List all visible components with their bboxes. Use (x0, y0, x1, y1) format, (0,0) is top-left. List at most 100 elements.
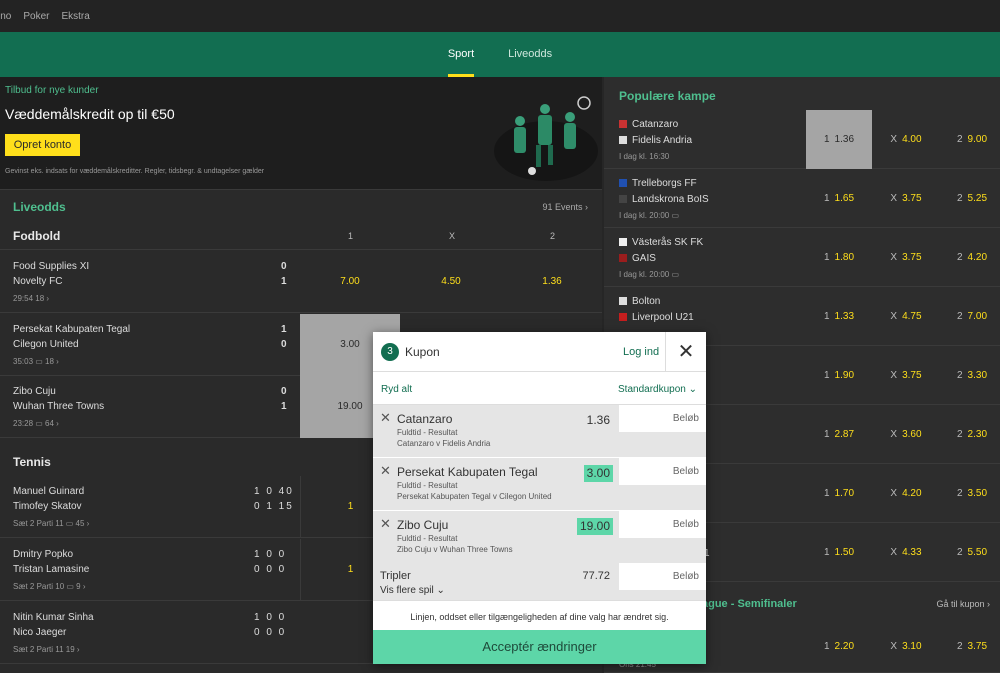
popular-odds-1[interactable]: 1 1.65 (806, 169, 872, 228)
home-team: Trelleborgs FF (619, 178, 697, 189)
player-1: Manuel Guinard (13, 486, 85, 497)
odds-2[interactable]: 1.36 (502, 251, 602, 313)
liveodds-header: Liveodds 91 Events › (0, 190, 602, 223)
odds-value: 2.30 (967, 429, 988, 440)
clear-all-link[interactable]: Ryd alt (381, 384, 412, 395)
topnav-item-extra[interactable]: Ekstra (61, 11, 89, 22)
popular-odds-2[interactable]: 2 7.00 (939, 287, 1000, 346)
odds-value: 1.36 (834, 134, 855, 145)
popular-odds-x[interactable]: X 4.20 (873, 464, 939, 523)
match-time: I dag kl. 20:00 ▭ (619, 270, 680, 279)
leg-selection: Zibo Cuju (397, 518, 449, 532)
popular-odds-x[interactable]: X 3.75 (873, 346, 939, 405)
triple-label: Tripler (380, 570, 411, 582)
popular-match-row[interactable]: Västerås SK FK GAIS I dag kl. 20:00 ▭ 1 1.80… (604, 228, 1000, 287)
popular-odds-x[interactable]: X 4.33 (873, 523, 939, 582)
odds-label: 2 (956, 488, 963, 499)
stake-input[interactable]: Beløb (619, 511, 706, 538)
go-to-coupon-link[interactable]: Gå til kupon › (936, 599, 990, 609)
remove-leg-icon[interactable]: ✕ (380, 410, 391, 426)
home-team: Västerås SK FK (619, 237, 703, 248)
odds-value: 3.50 (967, 488, 988, 499)
match-row[interactable]: Food Supplies XI Novelty FC 0 1 29:54 18… (0, 251, 602, 313)
leg-selection: Catanzaro (397, 412, 453, 426)
odds-x[interactable]: 4.50 (401, 251, 501, 313)
away-score: 1 (281, 276, 287, 287)
stake-input[interactable]: Beløb (619, 458, 706, 485)
popular-odds-2[interactable]: 2 4.20 (939, 228, 1000, 287)
popular-odds-2[interactable]: 2 5.50 (939, 523, 1000, 582)
coupon-type-dropdown[interactable]: Standardkupon ⌄ (618, 384, 697, 395)
events-link[interactable]: 91 Events › (542, 202, 588, 212)
odds-value: 3.60 (902, 429, 922, 440)
popular-odds-2[interactable]: 2 3.75 (939, 620, 1000, 673)
away-team: Landskrona BoIS (619, 194, 709, 205)
login-link[interactable]: Log ind (623, 346, 659, 358)
popular-match-row[interactable]: Catanzaro Fidelis Andria I dag kl. 16:30 1 1… (604, 110, 1000, 169)
stake-input[interactable]: Beløb (619, 405, 706, 432)
away-team: GAIS (619, 253, 656, 264)
away-score: 0 (281, 339, 287, 350)
odds-value: 1.70 (834, 488, 855, 499)
popular-odds-2[interactable]: 2 9.00 (939, 110, 1000, 169)
remove-leg-icon[interactable]: ✕ (380, 463, 391, 479)
match-time: I dag kl. 16:30 (619, 152, 670, 161)
odds-value: 1.33 (834, 311, 855, 322)
away-score: 1 (281, 401, 287, 412)
popular-odds-2[interactable]: 2 3.30 (939, 346, 1000, 405)
col-x: X (449, 231, 456, 241)
odds-label: 1 (823, 429, 830, 440)
popular-odds-x[interactable]: X 3.10 (873, 620, 939, 673)
home-shirt-icon (619, 179, 627, 187)
close-icon[interactable]: ✕ (665, 332, 706, 372)
popular-odds-1[interactable]: 1 1.50 (806, 523, 872, 582)
coupon-title: Kupon (405, 345, 440, 359)
tab-sport[interactable]: Sport (447, 32, 475, 77)
popular-odds-2[interactable]: 2 2.30 (939, 405, 1000, 464)
remove-leg-icon[interactable]: ✕ (380, 516, 391, 532)
popular-odds-1[interactable]: 1 1.80 (806, 228, 872, 287)
away-team: Fidelis Andria (619, 135, 692, 146)
topnav-item-poker[interactable]: Poker (23, 11, 49, 22)
odds-1[interactable]: 7.00 (300, 251, 400, 313)
odds-value: 3.30 (967, 370, 988, 381)
col-2: 2 (550, 231, 556, 241)
home-team: Persekat Kabupaten Tegal (13, 324, 131, 335)
popular-odds-1[interactable]: 1 1.36 (806, 110, 872, 169)
popular-odds-x[interactable]: X 3.60 (873, 405, 939, 464)
popular-odds-x[interactable]: X 4.00 (873, 110, 939, 169)
odds-label: 2 (956, 370, 963, 381)
odds-label: X (890, 134, 898, 145)
popular-odds-1[interactable]: 1 2.87 (806, 405, 872, 464)
popular-odds-x[interactable]: X 3.75 (873, 228, 939, 287)
topnav-item-casino[interactable]: ino (0, 11, 11, 22)
odds-label: 2 (956, 311, 963, 322)
col-1: 1 (348, 231, 354, 241)
popular-odds-1[interactable]: 1 1.33 (806, 287, 872, 346)
popular-odds-2[interactable]: 2 3.50 (939, 464, 1000, 523)
popular-odds-1[interactable]: 1 1.90 (806, 346, 872, 405)
show-more-bets-link[interactable]: Vis flere spil ⌄ (380, 585, 445, 596)
popular-odds-x[interactable]: X 3.75 (873, 169, 939, 228)
odds-changed-message: Linjen, oddset eller tilgængeligheden af… (410, 612, 669, 622)
triple-stake-input[interactable]: Beløb (619, 563, 706, 590)
league-title: ague - Semifinaler (702, 598, 797, 610)
match-meta: Sæt 2 Parti 11 19 › (13, 645, 80, 654)
home-shirt-icon (619, 238, 627, 246)
odds-value: 1.90 (834, 370, 855, 381)
popular-match-row[interactable]: Trelleborgs FF Landskrona BoIS I dag kl. 2… (604, 169, 1000, 228)
score-1: 1 0 0 (254, 549, 287, 560)
tab-liveodds[interactable]: Liveodds (508, 32, 552, 77)
score-1: 1 0 40 (254, 486, 294, 497)
open-account-button[interactable]: Opret konto (5, 134, 80, 156)
leg-selection: Persekat Kabupaten Tegal (397, 465, 538, 479)
home-score: 0 (281, 261, 287, 272)
popular-odds-1[interactable]: 1 2.20 (806, 620, 872, 673)
popular-odds-2[interactable]: 2 5.25 (939, 169, 1000, 228)
popular-odds-x[interactable]: X 4.75 (873, 287, 939, 346)
away-team-name: Liverpool U21 (632, 312, 694, 323)
odds-label: X (890, 193, 898, 204)
away-shirt-icon (619, 254, 627, 262)
accept-changes-button[interactable]: Acceptér ændringer (373, 630, 706, 664)
popular-odds-1[interactable]: 1 1.70 (806, 464, 872, 523)
